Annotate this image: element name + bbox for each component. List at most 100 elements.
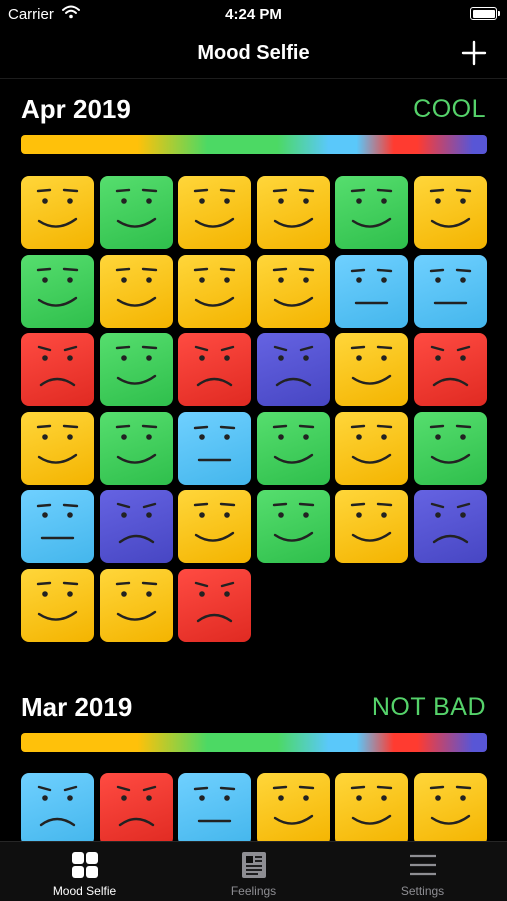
face-expression-icon (429, 188, 471, 228)
mood-calendar-scroll[interactable]: Apr 2019 COOL Mar 2019 NOT BAD (0, 79, 507, 841)
mood-face-blue-neutral[interactable] (21, 490, 94, 563)
mood-face-blue-neutral[interactable] (413, 254, 487, 328)
face-expression-icon (430, 502, 470, 544)
month-rating: COOL (413, 95, 486, 123)
tab-feelings[interactable]: Feelings (169, 842, 338, 901)
mood-face-yellow-happy[interactable] (335, 490, 408, 563)
face-expression-icon (272, 785, 314, 825)
mood-face-red-sad[interactable] (21, 333, 94, 406)
face-expression-icon (350, 424, 393, 464)
mood-face-yellow-happy[interactable] (21, 176, 94, 249)
mood-face-green-happy[interactable] (413, 411, 487, 485)
mood-face-red-sad[interactable] (99, 773, 173, 841)
mood-face-yellow-happy[interactable] (256, 176, 330, 249)
mood-face-yellow-happy[interactable] (256, 773, 330, 841)
month-section-header: Apr 2019 COOL (0, 94, 507, 134)
mood-face-yellow-happy[interactable] (99, 568, 173, 642)
face-expression-icon (115, 188, 157, 228)
face-expression-icon (350, 268, 393, 304)
mood-face-purple-sad[interactable] (413, 490, 487, 563)
status-bar: Carrier 4:24 PM (0, 0, 507, 30)
tab-settings[interactable]: Settings (338, 842, 507, 901)
battery-icon (470, 7, 500, 20)
face-expression-icon (193, 188, 236, 228)
tab-label: Mood Selfie (52, 884, 117, 898)
mood-face-green-happy[interactable] (99, 176, 173, 249)
mood-face-red-sad[interactable] (178, 333, 251, 406)
face-expression-icon (36, 188, 79, 228)
face-expression-icon (115, 424, 157, 464)
mood-face-yellow-happy[interactable] (178, 254, 251, 328)
journal-icon (242, 852, 266, 878)
mood-face-green-happy[interactable] (256, 490, 330, 563)
plus-icon[interactable] (459, 38, 489, 68)
face-expression-icon (194, 345, 235, 387)
mood-face-yellow-happy[interactable] (21, 568, 94, 642)
face-expression-icon (116, 502, 156, 544)
face-expression-icon (430, 345, 470, 387)
mood-face-green-happy[interactable] (256, 411, 330, 485)
face-expression-icon (429, 268, 471, 304)
face-expression-icon (272, 267, 314, 307)
face-expression-icon (350, 502, 393, 542)
face-expression-icon (193, 425, 236, 461)
mood-face-yellow-happy[interactable] (21, 411, 94, 485)
face-expression-icon (429, 424, 471, 464)
tab-mood-selfie[interactable]: Mood Selfie (0, 842, 169, 901)
face-expression-icon (193, 502, 236, 542)
mood-face-green-happy[interactable] (21, 254, 94, 328)
mood-face-yellow-happy[interactable] (178, 490, 251, 563)
face-expression-icon (36, 503, 79, 540)
face-expression-icon (115, 345, 157, 385)
mood-face-yellow-happy[interactable] (256, 254, 330, 328)
month-section-header: Mar 2019 NOT BAD (0, 692, 507, 732)
grid-icon (72, 852, 98, 878)
face-expression-icon (350, 785, 393, 825)
face-expression-icon (115, 267, 157, 307)
month-title: Mar 2019 (21, 692, 133, 722)
page-title: Mood Selfie (197, 42, 310, 64)
face-expression-icon (37, 785, 78, 827)
face-expression-icon (272, 502, 314, 542)
mood-face-yellow-happy[interactable] (335, 411, 408, 485)
navigation-bar: Mood Selfie (0, 30, 507, 79)
mood-face-green-happy[interactable] (99, 411, 173, 485)
face-expression-icon (194, 581, 235, 622)
mood-face-yellow-happy[interactable] (99, 254, 173, 328)
tab-bar: Mood Selfie Feelings Settings (0, 841, 507, 901)
status-time: 4:24 PM (225, 6, 282, 23)
mood-spectrum-bar (21, 135, 487, 154)
mood-face-red-sad[interactable] (413, 333, 487, 406)
mood-face-yellow-happy[interactable] (335, 773, 408, 841)
face-expression-icon (36, 581, 79, 621)
face-expression-icon (36, 267, 79, 307)
mood-face-blue-sad[interactable] (21, 773, 94, 841)
mood-face-green-happy[interactable] (335, 176, 408, 249)
hamburger-menu-icon (410, 854, 436, 876)
face-expression-icon (273, 345, 313, 387)
mood-face-green-happy[interactable] (99, 333, 173, 406)
month-title: Apr 2019 (21, 94, 131, 124)
mood-face-yellow-happy[interactable] (178, 176, 251, 249)
face-expression-icon (272, 424, 314, 464)
mood-face-purple-sad[interactable] (99, 490, 173, 563)
face-expression-icon (116, 785, 156, 827)
mood-face-blue-neutral[interactable] (178, 773, 251, 841)
mood-face-yellow-happy[interactable] (413, 773, 487, 841)
face-expression-icon (193, 786, 236, 823)
tab-label: Settings (400, 884, 445, 898)
face-expression-icon (115, 581, 157, 621)
mood-face-purple-sad[interactable] (256, 333, 330, 406)
month-rating: NOT BAD (371, 693, 486, 721)
mood-face-blue-neutral[interactable] (335, 254, 408, 328)
mood-face-yellow-happy[interactable] (413, 176, 487, 249)
mood-spectrum-bar (21, 733, 487, 752)
face-expression-icon (36, 424, 79, 464)
tab-label: Feelings (230, 884, 277, 898)
face-expression-icon (350, 188, 393, 228)
face-expression-icon (193, 267, 236, 307)
face-expression-icon (37, 345, 78, 387)
mood-face-yellow-happy[interactable] (335, 333, 408, 406)
mood-face-blue-neutral[interactable] (178, 411, 251, 485)
mood-face-red-sad[interactable] (178, 568, 251, 642)
